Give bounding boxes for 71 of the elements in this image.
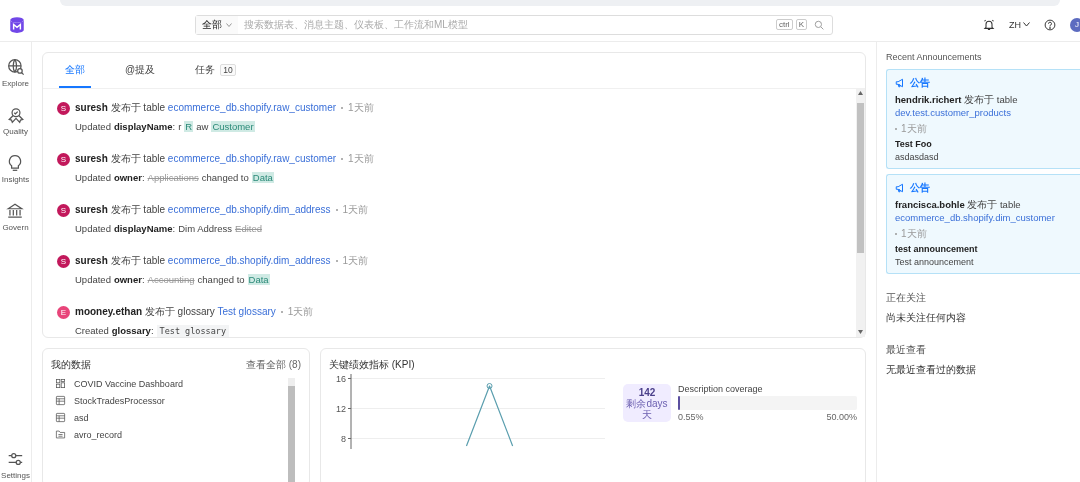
card-title: 关键绩效指标 (KPI)	[329, 358, 416, 372]
user-avatar: E	[57, 305, 70, 319]
announcement-title: test announcement	[895, 244, 979, 254]
feed-item-header: mooney.ethan 发布于 glossary Test glossary	[75, 305, 276, 319]
user-avatar: S	[57, 203, 70, 217]
scope-dropdown[interactable]: 全部	[196, 15, 238, 34]
search-field[interactable]: 全部 搜索数据表、消息主题、仪表板、工作流和ML模型 ctrl K	[195, 14, 833, 35]
change-text: Updated displayName: r R aw Customer	[75, 121, 256, 132]
sidebar-item[interactable]: Explore	[1, 58, 30, 88]
sidebar-item[interactable]: Insights	[1, 154, 30, 184]
sidebar-item[interactable]: Quality	[3, 106, 28, 136]
user-avatar[interactable]: J	[1070, 17, 1080, 32]
data-asset-item[interactable]: asd	[55, 412, 288, 423]
change-text: Updated displayName: Dim Address Edited	[75, 223, 263, 234]
section-title: 最近查看	[886, 343, 927, 357]
feed-item-header: suresh 发布于 table ecommerce_db.shopify.dim_address	[75, 203, 331, 217]
feed-item-header: suresh 发布于 table ecommerce_db.shopify.raw_customer	[75, 101, 337, 115]
sidebar-item[interactable]: Settings	[1, 450, 30, 480]
language-selector[interactable]: ZH	[1009, 19, 1030, 30]
announcement-label: 公告	[910, 76, 930, 90]
sidebar-item[interactable]: Govern	[2, 202, 29, 232]
feed-tab[interactable]: 全部	[59, 53, 91, 88]
announcement-body: Test announcement	[895, 257, 975, 267]
entity-link[interactable]: dev.test.customer_products	[895, 107, 1011, 118]
days-left-label: 剩余days天	[625, 398, 669, 420]
tick-label: 12	[336, 403, 346, 414]
tick-label: 16	[336, 374, 346, 384]
entity-link[interactable]: Test glossary	[217, 306, 276, 317]
entity-link[interactable]: ecommerce_db.shopify.dim_address	[167, 255, 331, 266]
feed-tab[interactable]: @提及	[119, 53, 162, 88]
user-avatar: S	[57, 101, 70, 115]
card-title: 我的数据	[51, 358, 91, 372]
empty-message: 尚未关注任何内容	[886, 311, 967, 325]
timestamp: 1天前	[342, 203, 369, 217]
entity-link[interactable]: ecommerce_db.shopify.raw_customer	[167, 102, 337, 113]
announcement-header: francisca.bohle 发布于 table ecommerce_db.shopify.dim_customer	[895, 198, 1056, 224]
announcement-header: hendrik.richert 发布于 table dev.test.customer_products	[895, 93, 1019, 119]
feed-item-header: suresh 发布于 table ecommerce_db.shopify.dim_address	[75, 254, 331, 268]
entity-link[interactable]: ecommerce_db.shopify.raw_customer	[167, 153, 337, 164]
change-text: Updated owner: Accounting changed to Data	[75, 274, 271, 285]
timestamp: 1天前	[901, 122, 927, 136]
change-text: Updated owner: Applications changed to Data	[75, 172, 275, 183]
timestamp: 1天前	[287, 305, 314, 319]
days-left-count: 142	[638, 387, 656, 398]
data-asset-item[interactable]: COVID Vaccine Dashboard	[55, 378, 288, 389]
user-avatar: S	[57, 152, 70, 166]
entity-link[interactable]: ecommerce_db.shopify.dim_customer	[895, 212, 1055, 223]
data-asset-item[interactable]: StockTradesProcessor	[55, 395, 288, 406]
timestamp: 1天前	[348, 101, 374, 115]
tick-label: 8	[341, 433, 346, 444]
data-asset-item[interactable]: avro_record	[55, 429, 288, 440]
user-avatar: S	[57, 254, 70, 268]
announcement-title: Test Foo	[895, 139, 933, 149]
current-value: 0.55%	[678, 412, 704, 422]
shortcut-key: K	[795, 19, 807, 30]
change-text: Created glossary: Test glossary	[75, 325, 856, 337]
panel-title: Recent Announcements	[886, 52, 983, 62]
timestamp: 1天前	[342, 254, 369, 268]
empty-message: 无最近查看过的数据	[886, 363, 977, 377]
section-title: 正在关注	[886, 291, 927, 305]
shortcut-key: ctrl	[776, 19, 793, 30]
view-all-link[interactable]: 查看全部 (8)	[246, 358, 301, 372]
target-value: 50.00%	[826, 412, 857, 422]
entity-link[interactable]: ecommerce_db.shopify.dim_address	[167, 204, 331, 215]
timestamp: 1天前	[348, 152, 374, 166]
timestamp: 1天前	[901, 227, 927, 241]
announcement-body: asdasdasd	[895, 152, 940, 162]
feed-item-header: suresh 发布于 table ecommerce_db.shopify.raw_customer	[75, 152, 337, 166]
feed-tab[interactable]: 任务 10	[189, 53, 242, 88]
announcement-label: 公告	[910, 181, 930, 195]
metric-label: Description coverage	[678, 384, 764, 394]
